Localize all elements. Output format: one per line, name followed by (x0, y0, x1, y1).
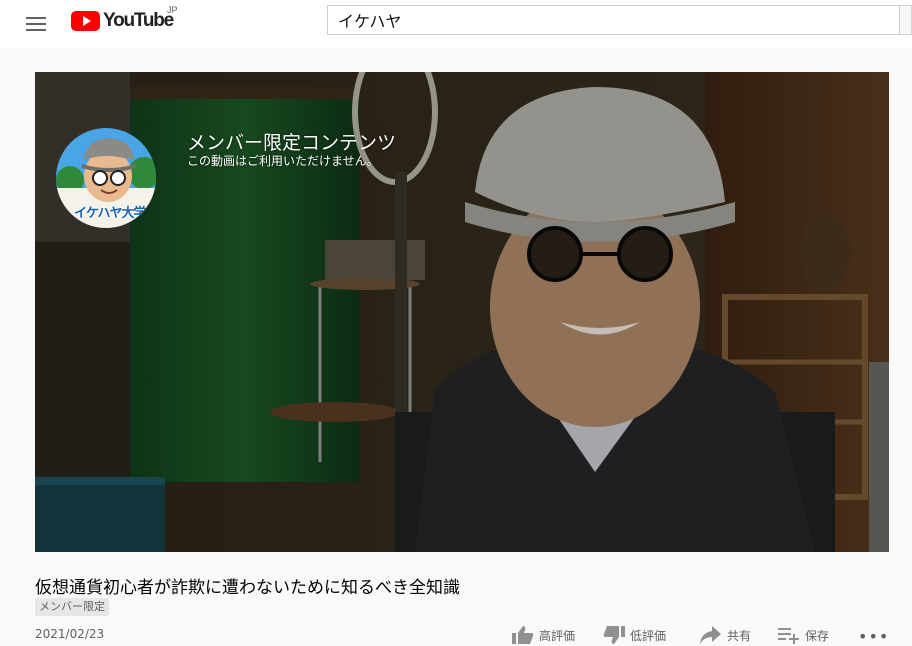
masthead: YouTube JP (0, 0, 912, 48)
menu-icon[interactable] (22, 10, 50, 38)
upload-date: 2021/02/23 (35, 627, 105, 641)
members-only-subtitle: この動画はご利用いただけません。 (187, 154, 379, 168)
channel-avatar[interactable]: イケハヤ大学 (56, 128, 156, 228)
youtube-play-icon (71, 11, 100, 31)
more-icon[interactable]: ••• (858, 627, 889, 646)
dislike-label: 低評価 (630, 629, 667, 643)
video-player[interactable]: イケハヤ大学 メンバー限定コンテンツ この動画はご利用いただけません。 (35, 72, 889, 552)
members-only-title: メンバー限定コンテンツ (187, 132, 397, 154)
thumbs-down-icon (603, 626, 625, 644)
search-input[interactable] (327, 5, 900, 35)
player-dim-overlay (35, 72, 889, 552)
logo-region: JP (167, 5, 178, 15)
like-label: 高評価 (539, 629, 576, 643)
thumbs-up-icon (512, 626, 534, 644)
save-label: 保存 (805, 629, 830, 643)
search-button[interactable] (900, 5, 912, 35)
logo-text: YouTube (103, 10, 174, 31)
share-icon (700, 626, 721, 644)
video-title: 仮想通貨初心者が詐欺に遭わないために知るべき全知識 (35, 578, 460, 598)
members-only-badge: メンバー限定 (35, 598, 109, 616)
save-playlist-icon (778, 628, 799, 644)
channel-avatar-text: イケハヤ大学 (74, 206, 146, 221)
share-label: 共有 (727, 629, 752, 643)
